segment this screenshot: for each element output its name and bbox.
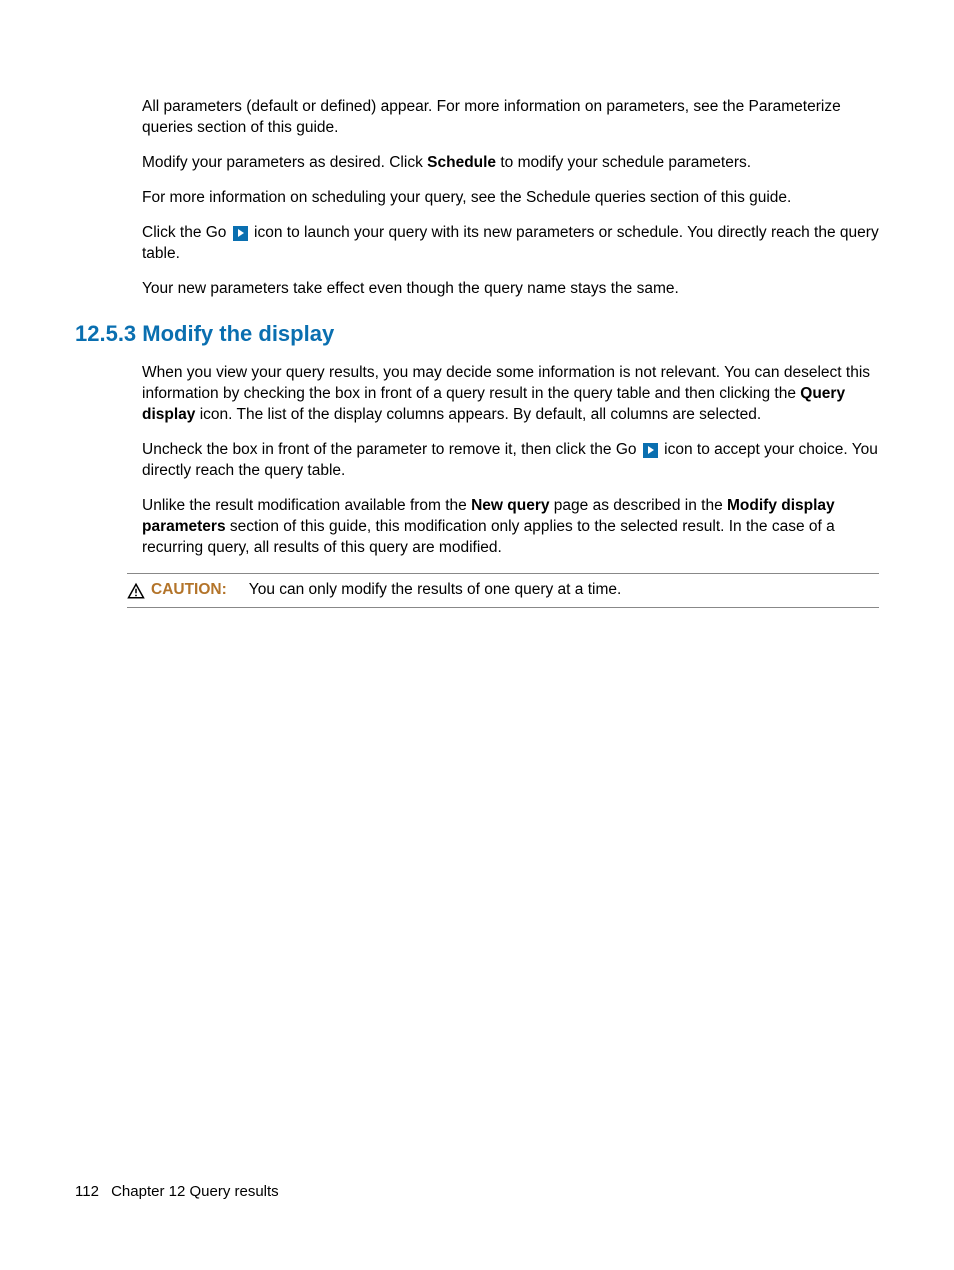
chapter-label: Chapter 12 Query results — [111, 1183, 279, 1200]
caution-text: You can only modify the results of one q… — [249, 581, 622, 598]
page-content: All parameters (default or defined) appe… — [142, 97, 879, 299]
paragraph: All parameters (default or defined) appe… — [142, 97, 879, 139]
text: to modify your schedule parameters. — [496, 154, 751, 171]
text: When you view your query results, you ma… — [142, 364, 870, 402]
text: icon. The list of the display columns ap… — [195, 406, 761, 423]
paragraph: Your new parameters take effect even tho… — [142, 279, 879, 300]
go-icon — [643, 443, 658, 458]
text: Modify your parameters as desired. Click — [142, 154, 427, 171]
text: page as described in the — [550, 497, 728, 514]
text: Uncheck the box in front of the paramete… — [142, 441, 641, 458]
paragraph: Uncheck the box in front of the paramete… — [142, 440, 879, 482]
paragraph: Click the Go icon to launch your query w… — [142, 223, 879, 265]
caution-block: CAUTION: You can only modify the results … — [127, 573, 879, 608]
text: Unlike the result modification available… — [142, 497, 471, 514]
page-number: 112 — [75, 1183, 99, 1200]
paragraph: For more information on scheduling your … — [142, 188, 879, 209]
section-heading: 12.5.3 Modify the display — [75, 321, 879, 347]
bold-text: New query — [471, 497, 549, 514]
paragraph: When you view your query results, you ma… — [142, 363, 879, 426]
paragraph: Unlike the result modification available… — [142, 496, 879, 559]
section-content: When you view your query results, you ma… — [142, 363, 879, 607]
caution-label: CAUTION: — [151, 581, 227, 598]
page-footer: 112 Chapter 12 Query results — [75, 1183, 279, 1200]
paragraph: Modify your parameters as desired. Click… — [142, 153, 879, 174]
caution-content: CAUTION: You can only modify the results … — [151, 580, 621, 601]
go-icon — [233, 226, 248, 241]
text: Click the Go — [142, 224, 231, 241]
bold-text: Schedule — [427, 154, 496, 171]
warning-icon — [127, 582, 145, 600]
text: section of this guide, this modification… — [142, 518, 835, 556]
text: icon to launch your query with its new p… — [142, 224, 879, 262]
